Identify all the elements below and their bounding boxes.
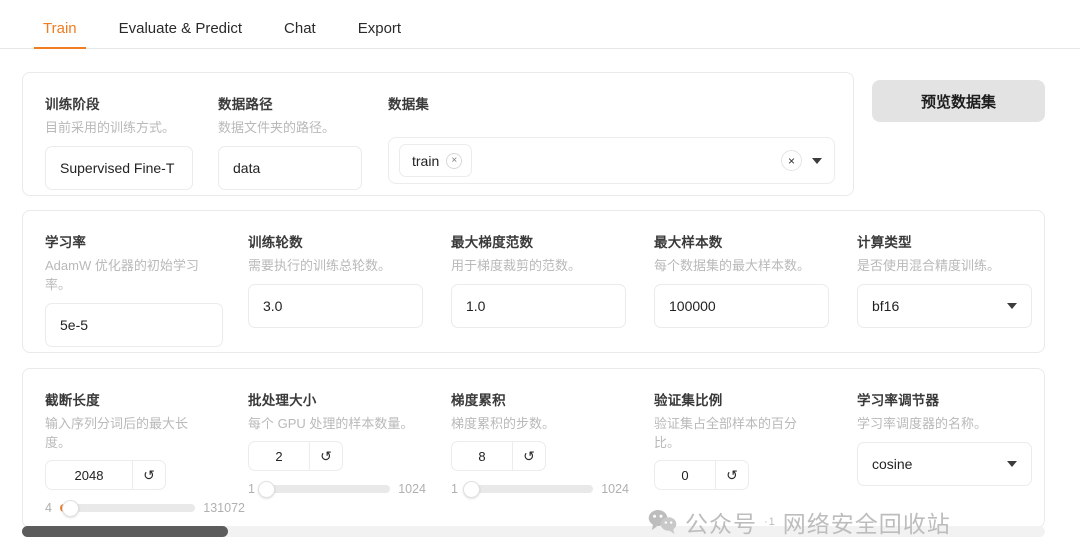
reset-icon[interactable]: ↺ <box>512 442 545 470</box>
field-learning-rate: 学习率 AdamW 优化器的初始学习率。 5e-5 <box>45 231 225 347</box>
field-epochs: 训练轮数 需要执行的训练总轮数。 3.0 <box>248 231 428 328</box>
tab-train[interactable]: Train <box>22 21 98 49</box>
epochs-input[interactable]: 3.0 <box>248 284 423 328</box>
lr-scheduler-select[interactable]: cosine <box>857 442 1032 486</box>
lr-scheduler-value: cosine <box>872 456 913 472</box>
training-stage-input[interactable]: Supervised Fine-T <box>45 146 193 190</box>
tab-chat[interactable]: Chat <box>263 21 337 48</box>
app-window: Train Evaluate & Predict Chat Export 训练阶… <box>0 0 1080 559</box>
max-grad-norm-hint: 用于梯度裁剪的范数。 <box>451 258 582 273</box>
slider-thumb[interactable] <box>462 480 480 498</box>
batch-size-hint: 每个 GPU 处理的样本数量。 <box>248 416 414 431</box>
tab-evaluate-predict[interactable]: Evaluate & Predict <box>98 21 263 48</box>
data-dir-input[interactable]: data <box>218 146 362 190</box>
reset-icon[interactable]: ↺ <box>309 442 342 470</box>
val-size-hint: 验证集占全部样本的百分比。 <box>654 416 798 450</box>
max-grad-norm-label: 最大梯度范数 <box>451 235 534 250</box>
preview-dataset-container: 预览数据集 <box>872 80 1045 122</box>
slider-track[interactable] <box>462 480 594 498</box>
field-max-samples: 最大样本数 每个数据集的最大样本数。 100000 <box>654 231 834 328</box>
field-lr-scheduler: 学习率调节器 学习率调度器的名称。 cosine <box>857 389 1037 486</box>
grad-accum-number[interactable]: 8 ↺ <box>451 441 546 471</box>
horizontal-scrollbar[interactable] <box>22 526 1045 537</box>
hyperparameters-panel: 学习率 AdamW 优化器的初始学习率。 5e-5 训练轮数 需要执行的训练总轮… <box>22 210 1045 353</box>
epochs-label: 训练轮数 <box>248 235 303 250</box>
dataset-token-label: train <box>412 152 440 169</box>
extra-settings-panel: 截断长度 输入序列分词后的最大长度。 2048 ↺ 4 131072 批处理大小… <box>22 368 1045 528</box>
dataset-label: 数据集 <box>388 97 430 112</box>
grad-accum-slider[interactable]: 1 1024 <box>451 480 629 498</box>
dataset-multiselect[interactable]: train × × <box>388 137 835 184</box>
val-size-value[interactable]: 0 <box>655 461 715 489</box>
field-dataset: 数据集 train × × <box>388 93 835 184</box>
slider-track[interactable] <box>258 480 391 498</box>
batch-size-max: 1024 <box>398 482 426 496</box>
field-compute-type: 计算类型 是否使用混合精度训练。 bf16 <box>857 231 1037 328</box>
field-batch-size: 批处理大小 每个 GPU 处理的样本数量。 2 ↺ 1 1024 <box>248 389 428 498</box>
tab-export[interactable]: Export <box>337 21 422 48</box>
field-grad-accum: 梯度累积 梯度累积的步数。 8 ↺ 1 1024 <box>451 389 631 498</box>
data-dir-hint: 数据文件夹的路径。 <box>218 120 336 135</box>
cutoff-len-slider[interactable]: 4 131072 <box>45 499 245 517</box>
field-training-stage: 训练阶段 目前采用的训练方式。 Supervised Fine-T <box>45 93 210 190</box>
batch-size-value[interactable]: 2 <box>249 442 309 470</box>
field-val-size: 验证集比例 验证集占全部样本的百分比。 0 ↺ <box>654 389 834 490</box>
compute-type-select[interactable]: bf16 <box>857 284 1032 328</box>
slider-thumb[interactable] <box>62 499 80 517</box>
preview-dataset-button[interactable]: 预览数据集 <box>872 80 1045 122</box>
training-stage-hint: 目前采用的训练方式。 <box>45 120 176 135</box>
dataset-token-train[interactable]: train × <box>399 144 473 177</box>
batch-size-slider[interactable]: 1 1024 <box>248 480 426 498</box>
data-dir-label: 数据路径 <box>218 97 273 112</box>
tab-bar: Train Evaluate & Predict Chat Export <box>0 0 1080 49</box>
scrollbar-thumb[interactable] <box>22 526 228 537</box>
dataset-controls: × <box>781 138 822 183</box>
val-size-number[interactable]: 0 ↺ <box>654 460 749 490</box>
grad-accum-max: 1024 <box>601 482 629 496</box>
max-samples-hint: 每个数据集的最大样本数。 <box>654 258 811 273</box>
cutoff-len-hint: 输入序列分词后的最大长度。 <box>45 416 189 450</box>
training-stage-label: 训练阶段 <box>45 97 100 112</box>
learning-rate-label: 学习率 <box>45 235 87 250</box>
max-samples-label: 最大样本数 <box>654 235 723 250</box>
field-max-grad-norm: 最大梯度范数 用于梯度裁剪的范数。 1.0 <box>451 231 631 328</box>
field-data-dir: 数据路径 数据文件夹的路径。 data <box>218 93 383 190</box>
cutoff-len-number[interactable]: 2048 ↺ <box>45 460 166 490</box>
chevron-down-icon[interactable] <box>812 157 822 164</box>
chevron-down-icon[interactable] <box>1007 303 1017 309</box>
max-grad-norm-input[interactable]: 1.0 <box>451 284 626 328</box>
batch-size-number[interactable]: 2 ↺ <box>248 441 343 471</box>
slider-track[interactable] <box>59 499 196 517</box>
batch-size-label: 批处理大小 <box>248 393 317 408</box>
learning-rate-input[interactable]: 5e-5 <box>45 303 223 347</box>
close-icon[interactable]: × <box>446 152 463 169</box>
max-samples-input[interactable]: 100000 <box>654 284 829 328</box>
cutoff-len-value[interactable]: 2048 <box>46 461 132 489</box>
batch-size-min: 1 <box>248 482 255 496</box>
grad-accum-hint: 梯度累积的步数。 <box>451 416 556 431</box>
reset-icon[interactable]: ↺ <box>132 461 165 489</box>
epochs-hint: 需要执行的训练总轮数。 <box>248 258 392 273</box>
reset-icon[interactable]: ↺ <box>715 461 748 489</box>
chevron-down-icon[interactable] <box>1007 461 1017 467</box>
cutoff-len-max: 131072 <box>203 501 245 515</box>
learning-rate-hint: AdamW 优化器的初始学习率。 <box>45 258 199 292</box>
compute-type-hint: 是否使用混合精度训练。 <box>857 258 1001 273</box>
lr-scheduler-label: 学习率调节器 <box>857 393 940 408</box>
grad-accum-value[interactable]: 8 <box>452 442 512 470</box>
field-cutoff-len: 截断长度 输入序列分词后的最大长度。 2048 ↺ 4 131072 <box>45 389 245 517</box>
cutoff-len-label: 截断长度 <box>45 393 100 408</box>
clear-icon[interactable]: × <box>781 150 802 171</box>
dataset-panel: 训练阶段 目前采用的训练方式。 Supervised Fine-T 数据路径 数… <box>22 72 854 196</box>
slider-thumb[interactable] <box>258 480 276 498</box>
cutoff-len-min: 4 <box>45 501 52 515</box>
compute-type-value: bf16 <box>872 298 900 314</box>
compute-type-label: 计算类型 <box>857 235 912 250</box>
lr-scheduler-hint: 学习率调度器的名称。 <box>857 416 988 431</box>
grad-accum-label: 梯度累积 <box>451 393 506 408</box>
grad-accum-min: 1 <box>451 482 458 496</box>
val-size-label: 验证集比例 <box>654 393 723 408</box>
